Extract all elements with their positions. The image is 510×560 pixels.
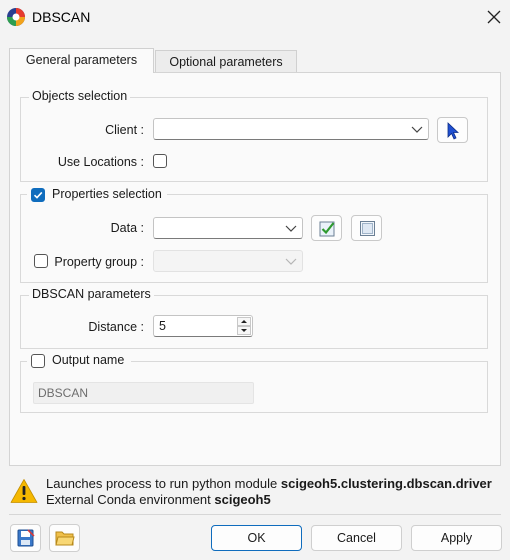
save-settings-button[interactable]: [10, 524, 41, 552]
checked-box-icon: [319, 221, 335, 237]
property-group-label: Property group :: [54, 255, 144, 269]
chevron-down-icon: [285, 258, 297, 265]
window-title: DBSCAN: [32, 9, 91, 25]
divider: [9, 514, 501, 515]
app-logo-icon: [7, 8, 25, 26]
info-line-module: Launches process to run python module sc…: [46, 476, 492, 491]
apply-button[interactable]: Apply: [411, 525, 502, 551]
cursor-arrow-icon: [447, 122, 460, 140]
distance-spinbox[interactable]: 5: [153, 315, 253, 337]
distance-value: 5: [159, 319, 166, 333]
client-select[interactable]: [153, 118, 429, 140]
tab-optional-parameters[interactable]: Optional parameters: [155, 50, 297, 73]
cancel-button[interactable]: Cancel: [311, 525, 402, 551]
properties-selection-title: Properties selection: [52, 187, 162, 201]
warning-icon: [10, 479, 38, 503]
objects-selection-title: Objects selection: [29, 89, 131, 103]
info-module-prefix: Launches process to run python module: [46, 476, 281, 491]
info-line-env: External Conda environment scigeoh5: [46, 492, 271, 507]
property-group-select[interactable]: [153, 250, 303, 272]
dbscan-parameters-title: DBSCAN parameters: [29, 287, 154, 301]
info-env-prefix: External Conda environment: [46, 492, 215, 507]
checkmark-icon: [33, 191, 43, 199]
open-folder-button[interactable]: [49, 524, 80, 552]
select-object-button[interactable]: [437, 117, 468, 143]
close-icon[interactable]: [484, 7, 504, 27]
output-name-checkbox[interactable]: [31, 354, 45, 368]
distance-label: Distance :: [88, 320, 144, 334]
data-select[interactable]: [153, 217, 303, 239]
chevron-down-icon: [411, 126, 423, 133]
chevron-down-icon: [285, 225, 297, 232]
tab-general-parameters[interactable]: General parameters: [9, 48, 154, 73]
save-icon: [17, 529, 35, 547]
empty-box-icon: [360, 221, 375, 236]
info-module-name: scigeoh5.clustering.dbscan.driver: [280, 476, 492, 491]
info-env-name: scigeoh5: [214, 492, 271, 507]
use-locations-label: Use Locations :: [57, 155, 144, 169]
spin-arrows-icon[interactable]: [237, 317, 251, 335]
deselect-all-button[interactable]: [351, 215, 382, 241]
output-name-label: Output name: [52, 353, 125, 367]
folder-icon: [55, 531, 75, 546]
ok-button[interactable]: OK: [211, 525, 302, 551]
select-all-button[interactable]: [311, 215, 342, 241]
properties-selection-checkbox[interactable]: [31, 188, 45, 202]
client-label: Client :: [105, 123, 144, 137]
output-name-field[interactable]: DBSCAN: [33, 382, 254, 404]
use-locations-checkbox[interactable]: [153, 154, 167, 168]
data-label: Data :: [110, 221, 144, 235]
